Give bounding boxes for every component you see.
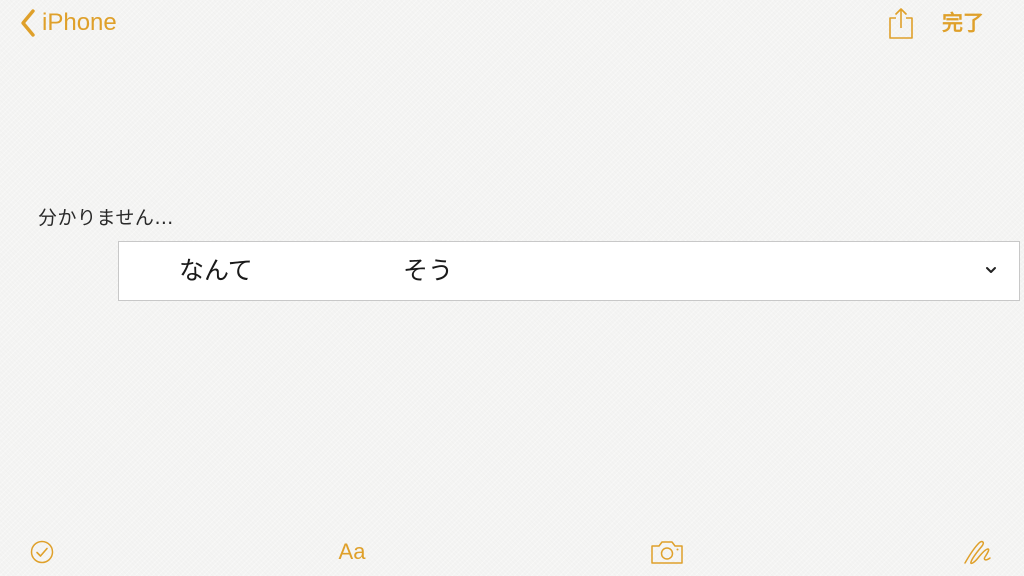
format-button[interactable]: Aa — [332, 536, 372, 568]
camera-icon — [651, 541, 683, 564]
share-button[interactable] — [886, 6, 916, 40]
candidate-item[interactable]: なんて — [179, 242, 253, 300]
chevron-left-icon — [21, 9, 35, 37]
share-icon — [889, 8, 913, 39]
candidate-item[interactable]: そう — [403, 242, 453, 300]
format-button-label: Aa — [338, 539, 366, 564]
sketch-icon — [964, 540, 991, 565]
back-button[interactable]: iPhone — [20, 4, 117, 42]
checklist-button[interactable] — [28, 536, 56, 568]
camera-button[interactable] — [648, 536, 686, 568]
chevron-down-icon — [986, 267, 996, 273]
done-button[interactable]: 完了 — [942, 6, 984, 40]
candidate-bar: なんて そう — [118, 241, 1020, 301]
back-button-label: iPhone — [42, 9, 117, 36]
note-body-text[interactable]: 分かりません… — [38, 203, 174, 230]
checkmark-circle-icon — [30, 540, 54, 564]
sketch-button[interactable] — [960, 536, 994, 568]
expand-candidates-button[interactable] — [983, 262, 999, 278]
